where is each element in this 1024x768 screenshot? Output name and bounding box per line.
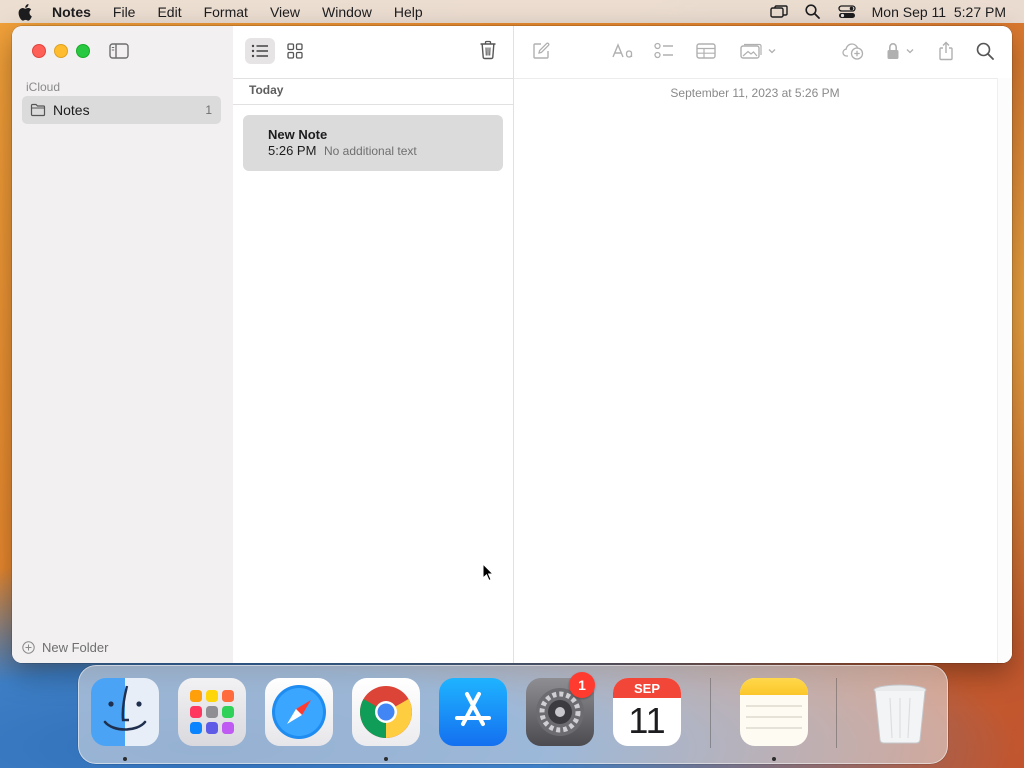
window-controls (32, 44, 90, 58)
note-time: 5:26 PM (268, 143, 317, 158)
checklist-button[interactable] (654, 41, 674, 61)
menu-bar: Notes File Edit Format View Window Help … (0, 0, 1024, 23)
dock-launchpad-icon[interactable] (178, 678, 246, 746)
collaborate-icon (842, 43, 864, 60)
zoom-button[interactable] (76, 44, 90, 58)
table-icon (696, 43, 716, 59)
editor-toolbar (514, 26, 1012, 79)
spotlight-search-icon[interactable] (804, 4, 822, 20)
dock-separator (710, 678, 711, 748)
calendar-month: SEP (613, 678, 681, 698)
search-button[interactable] (976, 41, 994, 61)
dock-separator (836, 678, 837, 748)
share-button[interactable] (938, 41, 954, 61)
format-button[interactable] (612, 41, 634, 61)
menu-app-name[interactable]: Notes (52, 4, 91, 20)
text-format-icon (612, 43, 633, 58)
dock-chrome-icon[interactable] (352, 678, 420, 746)
note-list-item[interactable]: New Note 5:26 PM No additional text (243, 115, 503, 171)
chevron-down-icon (768, 49, 776, 54)
gallery-view-button[interactable] (280, 38, 310, 64)
dock-finder-icon[interactable] (91, 678, 159, 746)
menu-window[interactable]: Window (322, 4, 372, 20)
share-icon (939, 41, 953, 61)
delete-note-button[interactable] (479, 40, 497, 60)
new-folder-button[interactable]: New Folder (22, 640, 108, 655)
dock-running-indicator (384, 757, 388, 761)
search-icon (976, 42, 994, 60)
note-preview: No additional text (324, 144, 417, 158)
lock-icon (887, 42, 899, 59)
menu-view[interactable]: View (270, 4, 300, 20)
screen-mirroring-icon[interactable] (769, 4, 788, 20)
dock-running-indicator (772, 757, 776, 761)
dock-calendar-icon[interactable]: SEP 11 (613, 678, 681, 746)
dock-notes-icon[interactable] (740, 678, 808, 746)
note-title: New Note (268, 127, 328, 142)
media-button[interactable] (740, 41, 776, 61)
section-divider (233, 104, 513, 105)
dock-trash-icon[interactable] (866, 678, 934, 746)
menu-file[interactable]: File (113, 4, 136, 20)
note-date: September 11, 2023 at 5:26 PM (670, 86, 840, 100)
folder-icon (30, 103, 46, 117)
list-view-icon (251, 44, 268, 58)
mouse-cursor-icon (482, 562, 495, 582)
close-button[interactable] (32, 44, 46, 58)
menu-help[interactable]: Help (394, 4, 423, 20)
list-view-button[interactable] (245, 38, 275, 64)
table-button[interactable] (696, 41, 716, 61)
note-list-toolbar (233, 26, 513, 79)
note-list: Today New Note 5:26 PM No additional tex… (233, 26, 514, 663)
dock-running-indicator (123, 757, 127, 761)
menu-clock[interactable]: Mon Sep 11 5:27 PM (872, 4, 1006, 20)
dock: 1 SEP 11 (78, 665, 948, 764)
lock-button[interactable] (886, 41, 914, 61)
compose-icon (533, 42, 550, 59)
sidebar-item-label: Notes (53, 102, 90, 118)
sidebar: iCloud Notes 1 New Folder (12, 26, 234, 663)
notes-window: iCloud Notes 1 New Folder Today New Note… (12, 26, 1012, 663)
trash-icon (480, 40, 496, 60)
notification-badge: 1 (569, 672, 595, 698)
editor-scrollbar[interactable] (997, 78, 1012, 663)
plus-circle-icon (22, 641, 35, 654)
new-folder-label: New Folder (42, 640, 109, 655)
gallery-view-icon (287, 43, 303, 59)
dock-app-store-icon[interactable] (439, 678, 507, 746)
control-center-icon[interactable] (837, 4, 856, 20)
calendar-day: 11 (628, 700, 666, 741)
chevron-down-icon (906, 49, 914, 54)
new-note-button[interactable] (532, 41, 550, 61)
section-header-today: Today (249, 83, 284, 97)
note-editor[interactable]: September 11, 2023 at 5:26 PM (514, 26, 1012, 663)
dock-safari-icon[interactable] (265, 678, 333, 746)
sidebar-section-icloud: iCloud (26, 80, 61, 94)
photo-icon (740, 43, 762, 59)
menu-format[interactable]: Format (204, 4, 248, 20)
sidebar-item-notes[interactable]: Notes 1 (22, 96, 221, 124)
menu-edit[interactable]: Edit (157, 4, 181, 20)
checklist-icon (654, 42, 673, 59)
apple-menu-icon[interactable] (18, 3, 36, 21)
sidebar-toggle-icon[interactable] (109, 43, 129, 59)
sidebar-item-count: 1 (205, 103, 212, 117)
collaborate-button[interactable] (842, 41, 864, 61)
minimize-button[interactable] (54, 44, 68, 58)
